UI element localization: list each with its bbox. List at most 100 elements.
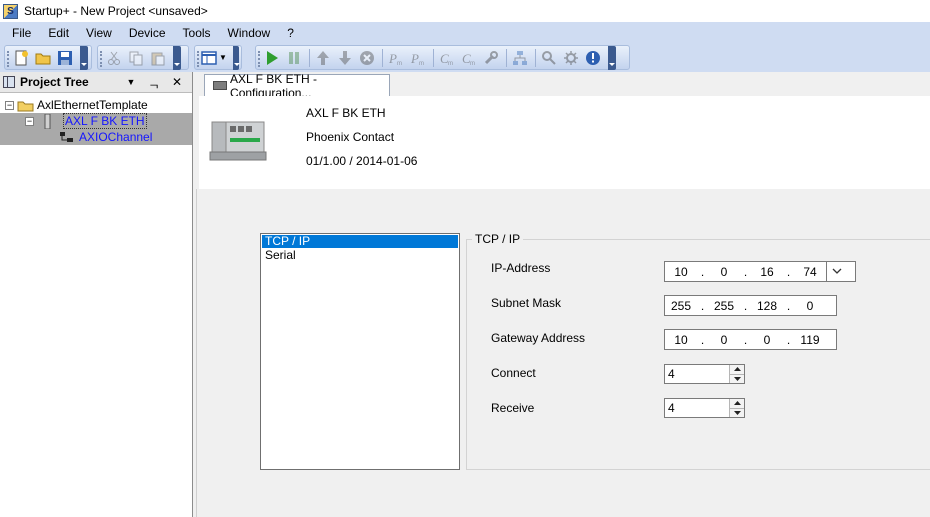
toolbar-overflow-button[interactable] [232,45,241,70]
device-picture [209,121,267,161]
subnet-mask-field[interactable]: 255. 255. 128. 0 [664,295,837,316]
device-info-header: AXL F BK ETH Phoenix Contact 01/1.00 / 2… [199,96,930,189]
toolbar-edit-group [97,45,189,70]
connect-stepper[interactable]: 4 [664,364,745,384]
wrench-icon[interactable] [481,48,501,68]
svg-text:m: m [419,61,424,66]
device-vendor: Phoenix Contact [306,130,395,144]
stop-icon[interactable] [357,48,377,68]
chevron-down-icon[interactable] [826,262,846,281]
svg-text:P: P [388,51,397,66]
svg-text:m: m [470,61,475,66]
device-module-icon [213,81,228,90]
copy-icon[interactable] [126,48,146,68]
close-icon[interactable]: ✕ [169,75,185,89]
svg-text:m: m [448,61,453,66]
toolbar-overflow-button[interactable] [173,45,181,70]
panel-dropdown-icon[interactable]: ▼ [123,77,139,87]
category-list[interactable]: TCP / IP Serial [260,233,460,470]
new-project-icon[interactable] [11,48,31,68]
receive-label: Receive [491,401,535,415]
menu-file[interactable]: File [6,26,37,40]
project-tree-header: Project Tree ▼ ᆨ ✕ [0,72,192,93]
app-logo-icon: S [3,3,18,19]
play-icon[interactable] [262,48,282,68]
cut-icon[interactable] [104,48,124,68]
menu-window[interactable]: Window [222,26,277,40]
toolbar-overflow-button[interactable] [608,45,616,70]
spin-down-icon[interactable] [730,407,744,417]
subnet-octet[interactable]: 255 [665,299,697,313]
gateway-octet[interactable]: 10 [665,333,697,347]
arrow-up-icon[interactable] [313,48,333,68]
toolbar-device-group: Pm Pm Cm Cm [255,45,630,70]
settings-icon[interactable] [561,48,581,68]
menu-bar: File Edit View Device Tools Window ? [0,22,930,43]
connect-icon[interactable]: Cm [437,48,457,68]
project-tree-icon [3,76,15,88]
window-title: Startup+ - New Project <unsaved> [24,4,208,18]
spin-up-icon[interactable] [730,365,744,374]
menu-device[interactable]: Device [123,26,172,40]
disconnect-icon[interactable]: Cm [459,48,479,68]
gateway-octet[interactable]: 0 [751,333,783,347]
pin-icon[interactable]: ᆨ [146,74,162,91]
subnet-octet[interactable]: 255 [708,299,740,313]
gateway-address-field[interactable]: 10. 0. 0. 119 [664,329,837,350]
device-module-icon [44,113,51,129]
ip-address-field[interactable]: 10. 0. 16. 74 [664,261,856,282]
tree-node-label: AXL F BK ETH [63,113,147,129]
category-item-tcp-ip[interactable]: TCP / IP [262,235,458,248]
receive-stepper[interactable]: 4 [664,398,745,418]
toolbar-view-group: ▼ [194,45,242,70]
ip-octet[interactable]: 10 [665,265,697,279]
tab-device-configuration[interactable]: AXL F BK ETH - Configuration... [204,72,390,100]
open-folder-icon[interactable] [33,48,53,68]
tree-node-project[interactable]: − AxlEthernetTemplate [5,97,148,113]
category-item-serial[interactable]: Serial [262,249,458,262]
view-dropdown-arrow[interactable]: ▼ [219,53,227,62]
parameter-icon[interactable]: Pm [386,48,406,68]
menu-view[interactable]: View [80,26,118,40]
arrow-down-icon[interactable] [335,48,355,68]
collapse-icon[interactable]: − [5,100,14,110]
svg-text:P: P [410,51,419,66]
receive-value[interactable]: 4 [665,399,729,417]
gateway-octet[interactable]: 119 [794,333,826,347]
connect-label: Connect [491,366,536,380]
ip-octet[interactable]: 74 [794,265,826,279]
ip-address-label: IP-Address [491,261,551,275]
menu-edit[interactable]: Edit [42,26,75,40]
tcp-ip-group-title: TCP / IP [472,232,524,246]
network-icon[interactable] [510,48,530,68]
view-layout-icon[interactable] [201,48,217,68]
save-icon[interactable] [55,48,75,68]
parameter-alt-icon[interactable]: Pm [408,48,428,68]
gateway-address-label: Gateway Address [491,331,586,345]
search-icon[interactable] [539,48,559,68]
project-tree-title: Project Tree [20,75,89,89]
spin-down-icon[interactable] [730,373,744,383]
paste-icon[interactable] [148,48,168,68]
svg-text:m: m [397,61,402,66]
device-name: AXL F BK ETH [306,106,386,120]
ip-octet[interactable]: 16 [751,265,783,279]
connect-value[interactable]: 4 [665,365,729,383]
channel-icon [60,132,73,142]
device-version: 01/1.00 / 2014-01-06 [306,154,418,168]
project-folder-icon [17,101,34,111]
pause-icon[interactable] [284,48,304,68]
ip-octet[interactable]: 0 [708,265,740,279]
toolbar-overflow-button[interactable] [80,45,88,70]
subnet-mask-label: Subnet Mask [491,296,562,310]
subnet-octet[interactable]: 128 [751,299,783,313]
info-icon[interactable] [583,48,603,68]
tree-node-device[interactable]: − AXL F BK ETH [25,113,147,129]
spin-up-icon[interactable] [730,399,744,408]
gateway-octet[interactable]: 0 [708,333,740,347]
tree-node-channel[interactable]: AXIOChannel [59,129,152,145]
collapse-icon[interactable]: − [25,116,34,126]
menu-help[interactable]: ? [281,26,300,40]
subnet-octet[interactable]: 0 [794,299,826,313]
menu-tools[interactable]: Tools [177,26,217,40]
